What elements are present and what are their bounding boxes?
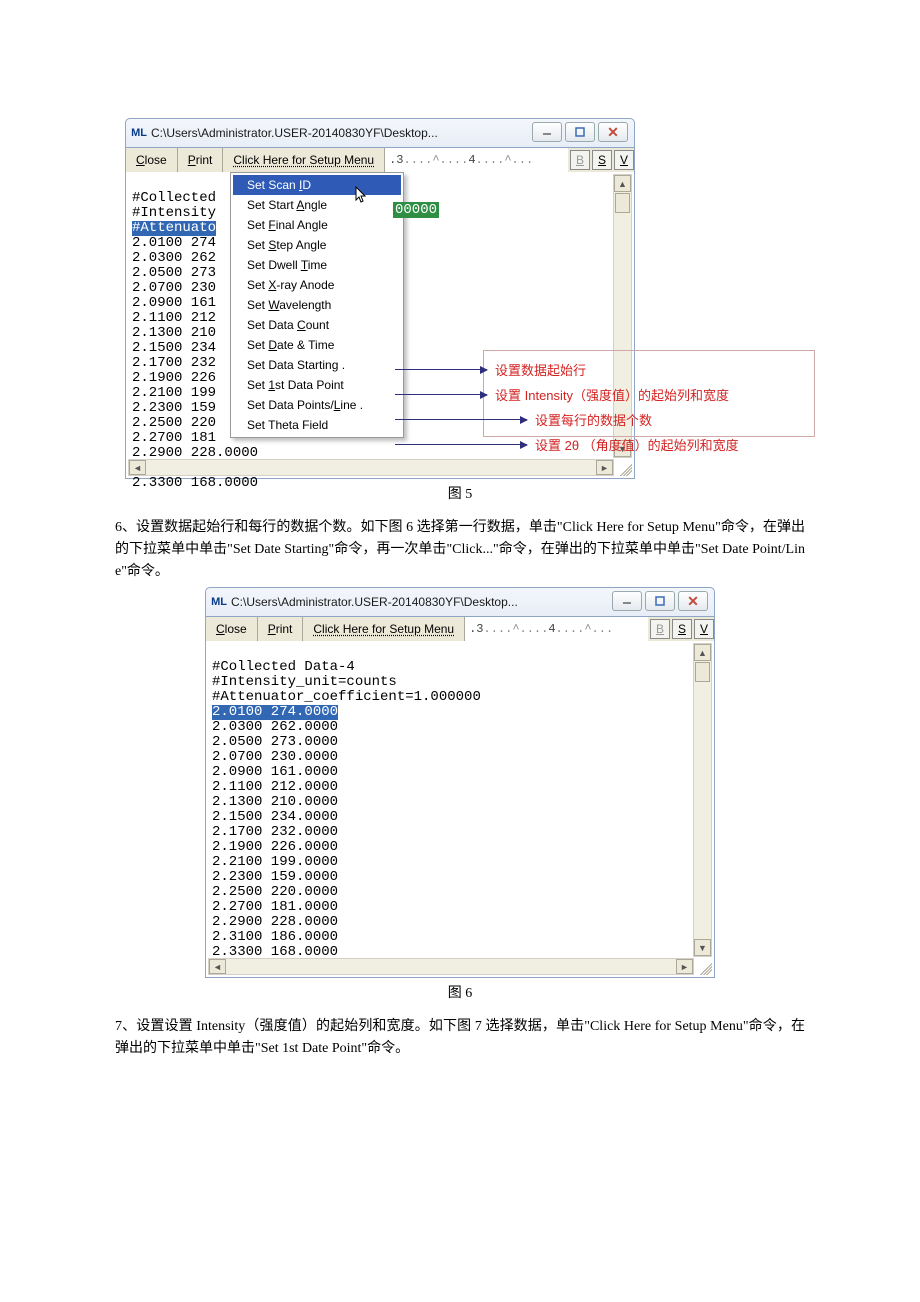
arrow-icon — [395, 444, 527, 445]
menu-set-step-angle[interactable]: Set Step Angle — [233, 235, 401, 255]
callout-3: 设置每行的数据个数 — [527, 410, 652, 429]
green-highlight: 00000 — [393, 202, 439, 218]
horizontal-scrollbar[interactable]: ◄ ► — [128, 459, 614, 476]
menu-set-data-count[interactable]: Set Data Count — [233, 315, 401, 335]
paragraph-7: 7、设置设置 Intensity（强度值）的起始列和宽度。如下图 7 选择数据，… — [115, 1016, 805, 1060]
selection: 2.0100 274.0000 — [212, 705, 338, 720]
menu-print[interactable]: Print — [258, 617, 304, 641]
window-title: C:\Users\Administrator.USER-20140830YF\D… — [231, 595, 518, 609]
window-fig6: ML C:\Users\Administrator.USER-20140830Y… — [205, 587, 715, 978]
vertical-scrollbar[interactable]: ▲ ▼ — [693, 643, 712, 957]
maximize-button[interactable] — [645, 591, 675, 611]
paragraph-6: 6、设置数据起始行和每行的数据个数。如下图 6 选择第一行数据，单击"Click… — [115, 517, 805, 583]
close-button[interactable]: ✕ — [678, 591, 708, 611]
titlebar[interactable]: ML C:\Users\Administrator.USER-20140830Y… — [125, 118, 635, 148]
menu-set-xray-anode[interactable]: Set X-ray Anode — [233, 275, 401, 295]
menu-set-scan-id[interactable]: Set Scan ID — [233, 175, 401, 195]
app-icon: ML — [212, 595, 226, 609]
btn-s[interactable]: S — [592, 150, 612, 170]
cursor-icon — [354, 186, 368, 204]
scroll-left-icon[interactable]: ◄ — [129, 460, 146, 475]
text-content: #Collected Data-4 #Intensity_unit=counts… — [212, 645, 714, 960]
btn-b[interactable]: B — [650, 619, 670, 639]
resize-grip-icon[interactable] — [617, 461, 632, 476]
btn-s[interactable]: S — [672, 619, 692, 639]
menu-set-data-starting[interactable]: Set Data Starting . — [233, 355, 401, 375]
menu-close[interactable]: Close — [126, 148, 178, 172]
minimize-button[interactable] — [612, 591, 642, 611]
close-button[interactable]: ✕ — [598, 122, 628, 142]
scroll-down-icon[interactable]: ▼ — [694, 939, 711, 956]
callout-2: 设置 Intensity（强度值）的起始列和宽度 — [487, 385, 729, 404]
menubar: Close Print Click Here for Setup Menu .3… — [205, 617, 715, 641]
horizontal-scrollbar[interactable]: ◄ ► — [208, 958, 694, 975]
scroll-right-icon[interactable]: ► — [676, 959, 693, 974]
menu-set-data-points-line[interactable]: Set Data Points/Line . — [233, 395, 401, 415]
menu-close[interactable]: Close — [206, 617, 258, 641]
scroll-thumb[interactable] — [615, 193, 630, 213]
callout-1: 设置数据起始行 — [487, 360, 586, 379]
menu-set-date-time[interactable]: Set Date & Time — [233, 335, 401, 355]
resize-grip-icon[interactable] — [697, 960, 712, 975]
menu-set-wavelength[interactable]: Set Wavelength — [233, 295, 401, 315]
menu-set-final-angle[interactable]: Set Final Angle — [233, 215, 401, 235]
maximize-button[interactable] — [565, 122, 595, 142]
caption-fig6: 图 6 — [115, 978, 805, 1010]
menu-setup[interactable]: Click Here for Setup Menu — [223, 148, 385, 172]
menu-print[interactable]: Print — [178, 148, 224, 172]
selection: #Attenuato — [132, 221, 216, 236]
callout-4: 设置 2θ （角度值）的起始列和宽度 — [527, 435, 739, 454]
scroll-thumb[interactable] — [695, 662, 710, 682]
menu-set-theta-field[interactable]: Set Theta Field — [233, 415, 401, 435]
arrow-icon — [395, 394, 487, 395]
arrow-icon — [395, 419, 527, 420]
client-area: #Collected Data-4 #Intensity_unit=counts… — [205, 641, 715, 978]
scroll-left-icon[interactable]: ◄ — [209, 959, 226, 974]
arrow-icon — [395, 369, 487, 370]
menu-set-start-angle[interactable]: Set Start Angle — [233, 195, 401, 215]
btn-v[interactable]: V — [614, 150, 634, 170]
btn-v[interactable]: V — [694, 619, 714, 639]
scroll-right-icon[interactable]: ► — [596, 460, 613, 475]
minimize-button[interactable] — [532, 122, 562, 142]
menu-setup[interactable]: Click Here for Setup Menu — [303, 617, 465, 641]
menu-set-1st-data-point[interactable]: Set 1st Data Point — [233, 375, 401, 395]
menu-set-dwell-time[interactable]: Set Dwell Time — [233, 255, 401, 275]
app-icon: ML — [132, 126, 146, 140]
scroll-up-icon[interactable]: ▲ — [694, 644, 711, 661]
menubar: Close Print Click Here for Setup Menu .3… — [125, 148, 635, 172]
scroll-up-icon[interactable]: ▲ — [614, 175, 631, 192]
titlebar[interactable]: ML C:\Users\Administrator.USER-20140830Y… — [205, 587, 715, 617]
ruler: .3....^....4....^... — [465, 617, 648, 641]
ruler: .3....^....4....^... — [385, 148, 568, 172]
setup-dropdown[interactable]: Set Scan ID Set Start Angle Set Final An… — [230, 172, 404, 438]
callouts: 设置数据起始行 设置 Intensity（强度值）的起始列和宽度 设置每行的数据… — [395, 359, 739, 454]
window-title: C:\Users\Administrator.USER-20140830YF\D… — [151, 126, 438, 140]
btn-b[interactable]: B — [570, 150, 590, 170]
